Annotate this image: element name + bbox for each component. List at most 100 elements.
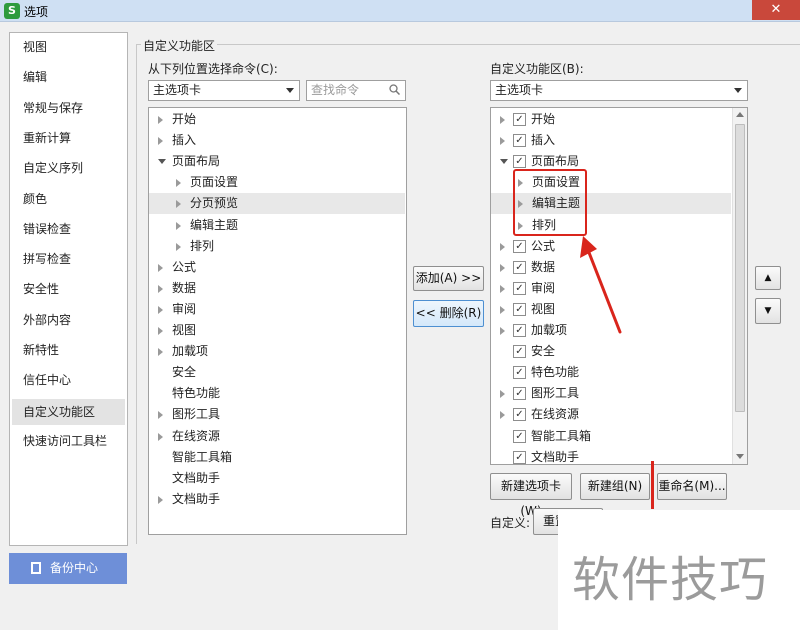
checkbox-checked-icon[interactable]: ✓ <box>513 155 526 169</box>
scroll-thumb[interactable] <box>735 124 745 412</box>
tree-item[interactable]: ✓ 安全 <box>491 341 731 362</box>
tree-item[interactable]: 图形工具 <box>149 404 405 425</box>
checkbox-checked-icon[interactable]: ✓ <box>513 302 526 316</box>
tree-item[interactable]: 插入 <box>149 130 405 151</box>
tree-item-label: 插入 <box>531 133 556 148</box>
expand-right-icon[interactable] <box>500 411 505 420</box>
expand-right-icon[interactable] <box>158 327 163 335</box>
checkbox-checked-icon[interactable]: ✓ <box>513 281 526 295</box>
expand-right-icon[interactable] <box>158 305 163 314</box>
command-search-input[interactable]: 查找命令 <box>306 80 406 101</box>
checkbox-checked-icon[interactable]: ✓ <box>513 366 526 380</box>
expand-right-icon[interactable] <box>500 263 505 272</box>
tree-item[interactable]: 在线资源 <box>149 426 405 447</box>
checkbox-checked-icon[interactable]: ✓ <box>513 408 526 422</box>
add-button[interactable]: 添加(A) >> <box>413 266 484 291</box>
close-button[interactable]: ✕ <box>752 0 800 20</box>
expand-right-icon[interactable] <box>176 179 181 188</box>
tree-item[interactable]: 智能工具箱 <box>149 447 405 468</box>
checkbox-checked-icon[interactable]: ✓ <box>513 134 526 148</box>
expand-right-icon[interactable] <box>158 432 163 441</box>
nav-item[interactable]: 新特性 <box>10 337 125 363</box>
expand-right-icon[interactable] <box>500 242 505 251</box>
remove-button[interactable]: << 删除(R) <box>413 300 484 327</box>
expand-right-icon[interactable] <box>158 284 163 293</box>
checkbox-checked-icon[interactable]: ✓ <box>513 324 526 337</box>
checkbox-checked-icon[interactable]: ✓ <box>513 239 526 253</box>
tree-item[interactable]: 文档助手 <box>149 468 405 489</box>
checkbox-checked-icon[interactable]: ✓ <box>513 429 526 443</box>
backup-center-button[interactable]: 备份中心 <box>9 553 127 584</box>
expand-right-icon[interactable] <box>500 137 505 146</box>
tree-item[interactable]: 文档助手 <box>149 489 405 510</box>
nav-item[interactable]: 快速访问工具栏 <box>10 428 125 454</box>
tree-item[interactable]: 排列 <box>149 236 405 257</box>
expand-right-icon[interactable] <box>500 116 505 124</box>
checkbox-checked-icon[interactable]: ✓ <box>513 345 526 359</box>
tree-item[interactable]: 分页预览 <box>149 193 405 215</box>
tree-item[interactable]: ✓ 文档助手 <box>491 447 731 464</box>
nav-item[interactable]: 外部内容 <box>10 307 125 333</box>
rename-button[interactable]: 重命名(M)... <box>657 473 727 500</box>
tree-item[interactable]: 公式 <box>149 257 405 278</box>
tree-item[interactable]: ✓ 智能工具箱 <box>491 426 731 447</box>
tree-item[interactable]: 编辑主题 <box>149 215 405 236</box>
scroll-up-icon[interactable] <box>736 112 744 117</box>
nav-item[interactable]: 视图 <box>10 34 125 60</box>
expand-right-icon[interactable] <box>158 137 163 146</box>
checkbox-checked-icon[interactable]: ✓ <box>513 450 526 464</box>
nav-item[interactable]: 错误检查 <box>10 216 125 242</box>
nav-item[interactable]: 编辑 <box>10 64 125 90</box>
nav-item[interactable]: 重新计算 <box>10 125 125 151</box>
tree-item[interactable]: ✓ 图形工具 <box>491 383 731 404</box>
ribbon-tree-scrollbar[interactable] <box>732 108 747 464</box>
move-down-button[interactable]: ▼ <box>755 298 781 324</box>
expand-right-icon[interactable] <box>500 284 505 293</box>
expand-right-icon[interactable] <box>500 305 505 314</box>
expand-right-icon[interactable] <box>500 327 505 335</box>
tree-item[interactable]: 视图 <box>149 320 405 341</box>
nav-item[interactable]: 颜色 <box>10 186 125 212</box>
tree-item[interactable]: 数据 <box>149 278 405 299</box>
ribbon-tabs-dropdown[interactable]: 主选项卡 <box>490 80 748 101</box>
tree-item[interactable]: ✓ 特色功能 <box>491 362 731 383</box>
tree-item[interactable]: ✓ 插入 <box>491 130 731 151</box>
nav-item[interactable]: 常规与保存 <box>10 95 125 121</box>
commands-tree[interactable]: 开始 插入 页面布局 页面设置 分页预览 编辑主题 排列 公式数据审阅 视图 加载项 安全 特色功能图… <box>148 107 407 535</box>
title-bar <box>0 0 800 22</box>
checkbox-checked-icon[interactable]: ✓ <box>513 113 526 126</box>
expand-right-icon[interactable] <box>176 242 181 251</box>
nav-item[interactable]: 信任中心 <box>10 367 125 393</box>
tree-item[interactable]: ✓ 在线资源 <box>491 404 731 425</box>
tree-item[interactable]: 安全 <box>149 362 405 383</box>
expand-down-icon[interactable] <box>158 159 166 165</box>
commands-source-dropdown[interactable]: 主选项卡 <box>148 80 300 101</box>
checkbox-checked-icon[interactable]: ✓ <box>513 387 526 401</box>
tree-item[interactable]: 开始 <box>149 109 405 130</box>
expand-right-icon[interactable] <box>176 200 181 209</box>
tree-item[interactable]: 页面布局 <box>149 151 405 172</box>
nav-item[interactable]: 安全性 <box>10 276 125 302</box>
nav-item[interactable]: 自定义序列 <box>10 155 125 181</box>
expand-right-icon[interactable] <box>158 116 163 124</box>
tree-item[interactable]: 加载项 <box>149 341 405 362</box>
scroll-down-icon[interactable] <box>736 454 744 459</box>
tree-item-label: 数据 <box>172 280 197 295</box>
expand-right-icon[interactable] <box>500 390 505 399</box>
expand-right-icon[interactable] <box>158 411 163 420</box>
move-up-button[interactable]: ▲ <box>755 266 781 290</box>
checkbox-checked-icon[interactable]: ✓ <box>513 260 526 274</box>
new-group-button[interactable]: 新建组(N) <box>580 473 650 500</box>
new-tab-button[interactable]: 新建选项卡(W) <box>490 473 572 518</box>
tree-item[interactable]: ✓ 开始 <box>491 109 731 130</box>
tree-item[interactable]: 页面设置 <box>149 172 405 193</box>
expand-right-icon[interactable] <box>158 263 163 272</box>
nav-item[interactable]: 拼写检查 <box>10 246 125 272</box>
expand-right-icon[interactable] <box>158 495 163 504</box>
expand-right-icon[interactable] <box>158 348 163 357</box>
expand-right-icon[interactable] <box>176 221 181 230</box>
nav-item[interactable]: 自定义功能区 <box>12 398 125 425</box>
expand-down-icon[interactable] <box>500 159 508 165</box>
tree-item[interactable]: 审阅 <box>149 299 405 320</box>
tree-item[interactable]: 特色功能 <box>149 383 405 404</box>
